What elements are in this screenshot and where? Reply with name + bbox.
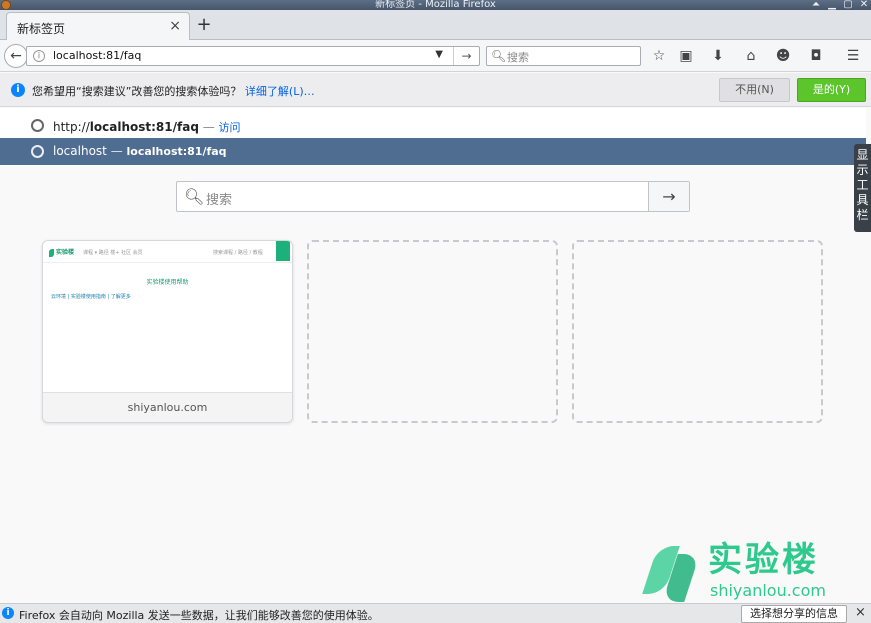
search-icon: 🔍︎ [184, 187, 205, 206]
newtab-search-input[interactable]: 搜索 [206, 189, 232, 208]
info-icon: i [2, 607, 14, 619]
search-input[interactable]: 搜索 [507, 49, 529, 65]
window-close-button[interactable]: ✕ [859, 0, 869, 10]
globe-icon [31, 119, 44, 132]
tab-new-tab[interactable]: 新标签页 × [6, 12, 190, 41]
navigation-toolbar: ← i localhost:81/faq ▼ → 🔍︎ 搜索 ☆ ▣ ⬇ ⌂ ☻… [0, 40, 871, 72]
watermark-title: 实验楼 [708, 540, 819, 580]
thumbnail-logo-text: 实验楼 [56, 249, 75, 256]
tab-close-button[interactable]: × [169, 18, 181, 34]
chat-icon[interactable]: ☻ [774, 47, 792, 65]
back-button[interactable]: ← [4, 44, 28, 68]
data-reporting-notification: i Firefox 会自动向 Mozilla 发送一些数据，让我们能够改善您的使… [0, 603, 871, 623]
url-dropdown-icon[interactable]: ▼ [435, 49, 443, 60]
learn-more-link[interactable]: 详细了解(L)… [245, 85, 315, 98]
shiyanlou-watermark: 实验楼 shiyanlou.com [642, 536, 830, 606]
result-url: localhost:81/faq [126, 145, 227, 158]
result-action: 访问 [218, 121, 241, 134]
top-site-tile[interactable]: 实验楼 课程 ▾ 路径 楼+ 社区 会员 搜索课程 / 路径 / 教程 登录 实… [42, 240, 293, 423]
empty-tile-placeholder [572, 240, 823, 423]
tab-strip: 新标签页 × + [0, 10, 871, 41]
info-icon: i [11, 83, 25, 97]
tab-title: 新标签页 [17, 22, 66, 36]
window-shade-button[interactable]: ⏶ [811, 0, 821, 10]
no-thanks-button[interactable]: 不用(N) [719, 78, 790, 102]
downloads-icon[interactable]: ⬇ [709, 47, 727, 65]
notification-message: 您希望用“搜索建议”改善您的搜索体验吗？ [32, 85, 242, 98]
show-toolbar-tab[interactable]: 显示工具栏 [854, 144, 871, 232]
newtab-search-box[interactable]: 🔍︎ 搜索 → [176, 181, 690, 212]
tile-thumbnail: 实验楼 课程 ▾ 路径 楼+ 社区 会员 搜索课程 / 路径 / 教程 登录 实… [43, 241, 292, 393]
search-bar[interactable]: 🔍︎ 搜索 [486, 46, 641, 66]
window-controls: ⏶ ▁ ▢ ✕ [811, 0, 869, 10]
tile-label: shiyanlou.com [43, 393, 292, 422]
pocket-icon[interactable]: ◘ [807, 47, 825, 65]
result-title: localhost [53, 144, 107, 158]
result-url-prefix: http:// [53, 120, 90, 134]
autocomplete-result-visit[interactable]: http://localhost:81/faq — 访问 [0, 116, 866, 138]
result-text: http://localhost:81/faq — 访问 [53, 119, 241, 135]
result-url-bold: localhost:81/faq [89, 120, 199, 134]
new-tab-button[interactable]: + [196, 14, 212, 35]
choose-what-to-share-button[interactable]: 选择想分享的信息(C) [741, 605, 847, 623]
search-suggestion-notification: i 您希望用“搜索建议”改善您的搜索体验吗？ 详细了解(L)… 不用(N) 是的… [0, 73, 871, 107]
yes-button[interactable]: 是的(Y) [797, 78, 866, 102]
url-go-button[interactable]: → [453, 47, 479, 65]
search-icon: 🔍︎ [491, 49, 507, 63]
result-text: localhost — localhost:81/faq [53, 144, 227, 158]
home-icon[interactable]: ⌂ [742, 47, 760, 65]
leaf-icon [49, 248, 54, 257]
thumbnail-title: 实验楼使用帮助 [146, 279, 189, 286]
thumbnail-logo: 实验楼 [49, 247, 74, 257]
window-titlebar: 新标签页 - Mozilla Firefox ⏶ ▁ ▢ ✕ [0, 0, 871, 10]
notification-text: 您希望用“搜索建议”改善您的搜索体验吗？ 详细了解(L)… [32, 83, 315, 99]
window-title: 新标签页 - Mozilla Firefox [375, 0, 496, 10]
reading-list-icon[interactable]: ▣ [677, 47, 695, 65]
result-separator: — [198, 120, 219, 134]
firefox-logo-icon [1, 0, 11, 10]
menu-icon[interactable]: ☰ [844, 47, 862, 65]
url-bar[interactable]: i localhost:81/faq ▼ → [26, 46, 480, 66]
data-reporting-text: Firefox 会自动向 Mozilla 发送一些数据，让我们能够改善您的使用体… [19, 609, 379, 622]
url-autocomplete-popup: http://localhost:81/faq — 访问 localhost —… [0, 108, 866, 166]
close-notification-button[interactable]: × [855, 605, 866, 620]
empty-tile-placeholder [307, 240, 558, 423]
globe-icon [31, 145, 44, 158]
site-info-icon[interactable]: i [33, 50, 45, 62]
thumbnail-button [276, 241, 290, 261]
bookmark-star-icon[interactable]: ☆ [650, 47, 668, 65]
url-input[interactable]: localhost:81/faq [53, 49, 141, 62]
newtab-search-go-button[interactable]: → [648, 182, 689, 211]
firefox-window: 新标签页 - Mozilla Firefox ⏶ ▁ ▢ ✕ 新标签页 × + … [0, 0, 871, 623]
thumbnail-nav: 实验楼 课程 ▾ 路径 楼+ 社区 会员 搜索课程 / 路径 / 教程 登录 [43, 241, 292, 263]
show-toolbar-label: 显示工具栏 [856, 148, 869, 222]
watermark-subtitle: shiyanlou.com [710, 581, 826, 600]
thumbnail-links: 课程 ▾ 路径 楼+ 社区 会员 [83, 250, 143, 256]
autocomplete-result-selected[interactable]: localhost — localhost:81/faq [0, 138, 866, 165]
window-maximize-button[interactable]: ▢ [843, 0, 853, 10]
thumbnail-search-text: 搜索课程 / 路径 / 教程 [213, 250, 263, 256]
result-separator: — [106, 144, 127, 158]
thumbnail-line: 云环境 | 实验楼使用指南 | 了解更多 [51, 294, 131, 300]
window-minimize-button[interactable]: ▁ [827, 0, 837, 10]
